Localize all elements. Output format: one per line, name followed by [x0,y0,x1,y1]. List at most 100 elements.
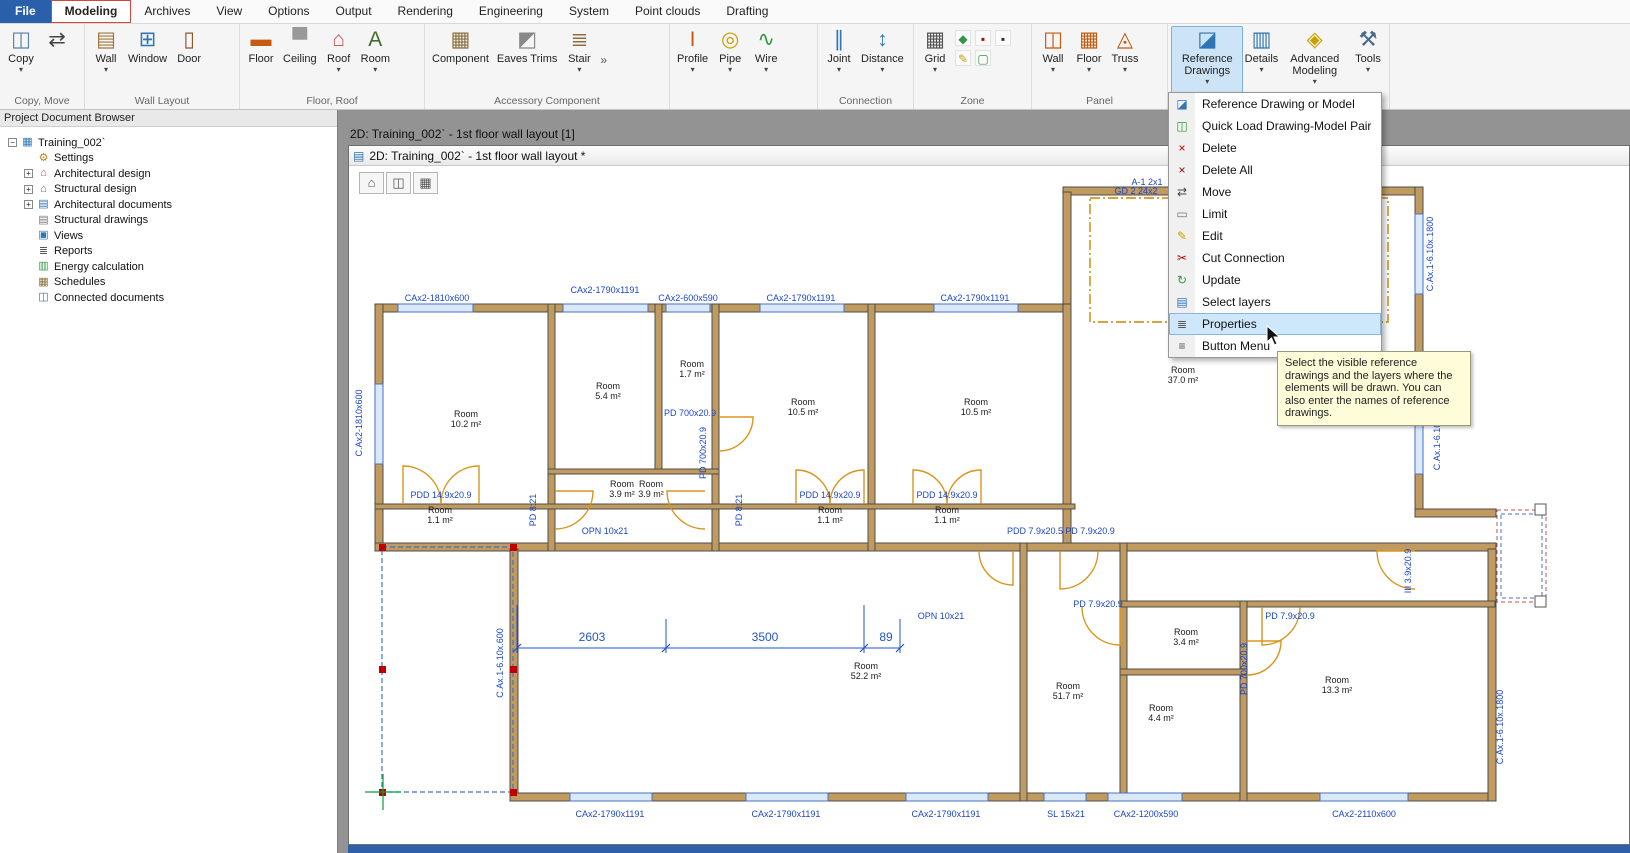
menu-item-select-layers[interactable]: ▤Select layers [1169,291,1381,313]
ribbon-button-window[interactable]: ⊞Window [124,26,171,94]
menu-tab-archives[interactable]: Archives [131,0,203,23]
ribbon-button-advanced-modeling[interactable]: ◈Advanced Modeling▾ [1279,26,1350,94]
tree-item-label: Structural drawings [54,214,148,226]
menu-item-quick-load-drawing-model-pair[interactable]: ◫Quick Load Drawing-Model Pair [1169,115,1381,137]
ribbon-button-copy[interactable]: ◫Copy▾ [3,26,39,94]
ribbon-button-wall[interactable]: ◫Wall▾ [1035,26,1071,94]
background-document-tab[interactable]: 2D: Training_002` - 1st floor wall layou… [350,127,575,141]
group-overflow-button[interactable]: » [597,53,610,67]
tree-item-structural-design[interactable]: +⌂Structural design [8,182,337,198]
ribbon-button-joint[interactable]: ∥Joint▾ [821,26,857,94]
menu-item-delete[interactable]: ×Delete [1169,137,1381,159]
tree-item-structural-drawings[interactable]: ▤Structural drawings [8,213,337,229]
ribbon-button-floor[interactable]: ▦Floor▾ [1071,26,1107,94]
ribbon-group-label: Panel [1032,94,1167,109]
ribbon-button-reference-drawings[interactable]: ◪Reference Drawings▾ [1171,26,1243,94]
ribbon-button-eaves-trims[interactable]: ◩Eaves Trims [493,26,562,94]
menu-tab-output[interactable]: Output [323,0,385,23]
tree-item-architectural-documents[interactable]: +▤Architectural documents [8,197,337,213]
move-icon: ⇄ [1169,185,1195,199]
menu-tab-engineering[interactable]: Engineering [466,0,556,23]
ribbon-button-wall[interactable]: ▤Wall▾ [88,26,124,94]
tree-item-views[interactable]: ▣Views [8,228,337,244]
tree-item-reports[interactable]: ≣Reports [8,244,337,260]
menu-tab-point-clouds[interactable]: Point clouds [622,0,713,23]
ribbon-button-label: Floor [248,53,273,65]
zone-area-button[interactable]: ▢ [975,50,991,66]
edit-icon: ✎ [1169,229,1195,243]
ribbon-button-wire[interactable]: ∿Wire▾ [748,26,784,94]
room-label: Room1.1 m² [817,505,843,525]
component-label: PDD 7.9x20.5 [1007,526,1063,536]
ribbon-button-roof[interactable]: ⌂Roof▾ [321,26,357,94]
ribbon-button-pipe[interactable]: ◎Pipe▾ [712,26,748,94]
room-label: Room4.4 m² [1148,703,1174,723]
component-label: CAx2-1790x1191 [571,285,640,295]
ribbon-button-details[interactable]: ▥Details▾ [1243,26,1279,94]
button-menu-icon: ≡ [1169,339,1195,353]
reference-drawings-menu: ◪Reference Drawing or Model◫Quick Load D… [1168,92,1382,358]
ribbon-button-profile[interactable]: IProfile▾ [673,26,712,94]
ribbon-button-truss[interactable]: ◬Truss▾ [1107,26,1143,94]
expand-icon[interactable]: + [24,169,33,178]
menu-item-limit[interactable]: ▭Limit [1169,203,1381,225]
dropdown-arrow-icon: ▾ [373,65,377,74]
tree-item-energy-calculation[interactable]: ▥Energy calculation [8,259,337,275]
menu-tab-system[interactable]: System [556,0,622,23]
drawing-canvas[interactable]: ⌂◫▦ 2603350089CAx2-1810x600CAx2-1790x119… [349,166,1629,844]
home-view-button[interactable]: ⌂ [359,172,384,194]
collapse-icon[interactable]: − [8,138,17,147]
energy-icon: ▥ [37,260,50,273]
selection-handle [379,666,386,673]
tree-item-label: Views [54,230,83,242]
wall-segment [510,549,518,801]
drawing-window-titlebar[interactable]: ▤ 2D: Training_002` - 1st floor wall lay… [349,146,1629,166]
ribbon-group-floor-roof: ▬Floor▀Ceiling⌂Roof▾ARoom▾Floor, Roof [240,24,425,109]
zone-pencil-button[interactable]: ✎ [955,50,971,66]
zone-dark-button[interactable]: ▪ [995,30,1011,46]
menu-item-delete-all[interactable]: ×Delete All [1169,159,1381,181]
ribbon-button-distance[interactable]: ↕Distance▾ [857,26,908,94]
menu-item-label: Button Menu [1195,339,1270,353]
dropdown-arrow-icon: ▾ [1259,65,1263,74]
menu-item-cut-connection[interactable]: ✂Cut Connection [1169,247,1381,269]
tree-item-connected-documents[interactable]: ◫Connected documents [8,290,337,306]
grid-toggle-button[interactable]: ▦ [413,172,438,194]
menu-item-edit[interactable]: ✎Edit [1169,225,1381,247]
tree-item-training-002[interactable]: −▦Training_002` [8,135,337,151]
room-label: Room51.7 m² [1053,681,1084,701]
menu-item-move[interactable]: ⇄Move [1169,181,1381,203]
ribbon-button-stair[interactable]: ≣Stair▾ [561,26,597,94]
menu-tab-view[interactable]: View [203,0,255,23]
window-icon: ⊞ [139,27,157,53]
tree-item-settings[interactable]: ⚙Settings [8,151,337,167]
menu-tab-file[interactable]: File [0,0,51,23]
menu-tab-rendering[interactable]: Rendering [385,0,466,23]
ribbon-button-ceiling[interactable]: ▀Ceiling [279,26,321,94]
tree-item-architectural-design[interactable]: +⌂Architectural design [8,166,337,182]
room-label: Room3.4 m² [1173,627,1199,647]
menu-tab-modeling[interactable]: Modeling [51,0,132,23]
selection-rect [382,547,513,792]
ribbon-button-floor[interactable]: ▬Floor [243,26,279,94]
ribbon-button-move[interactable]: ⇄ [39,26,75,94]
tree-item-schedules[interactable]: ▦Schedules [8,275,337,291]
zone-red-button[interactable]: ▪ [975,30,991,46]
copy-view-button[interactable]: ◫ [386,172,411,194]
ribbon-button-door[interactable]: ▯Door [171,26,207,94]
menu-tab-drafting[interactable]: Drafting [713,0,781,23]
menu-tab-options[interactable]: Options [255,0,322,23]
ribbon-button-room[interactable]: ARoom▾ [357,26,394,94]
ribbon-button-grid[interactable]: ▦Grid▾ [917,26,953,94]
expand-icon[interactable]: + [24,200,33,209]
component-label: CAx2-1790x1191 [912,809,981,819]
window-symbol [666,304,710,312]
ribbon-group-label: Connection [818,94,913,109]
menu-item-reference-drawing-or-model[interactable]: ◪Reference Drawing or Model [1169,93,1381,115]
ribbon-button-tools[interactable]: ⚒Tools▾ [1350,26,1386,94]
ribbon-button-component[interactable]: ▦Component [428,26,493,94]
menu-item-update[interactable]: ↻Update [1169,269,1381,291]
expand-icon[interactable]: + [24,185,33,194]
zone-fence-button[interactable]: ◆ [955,30,971,46]
wall-segment [655,304,662,474]
